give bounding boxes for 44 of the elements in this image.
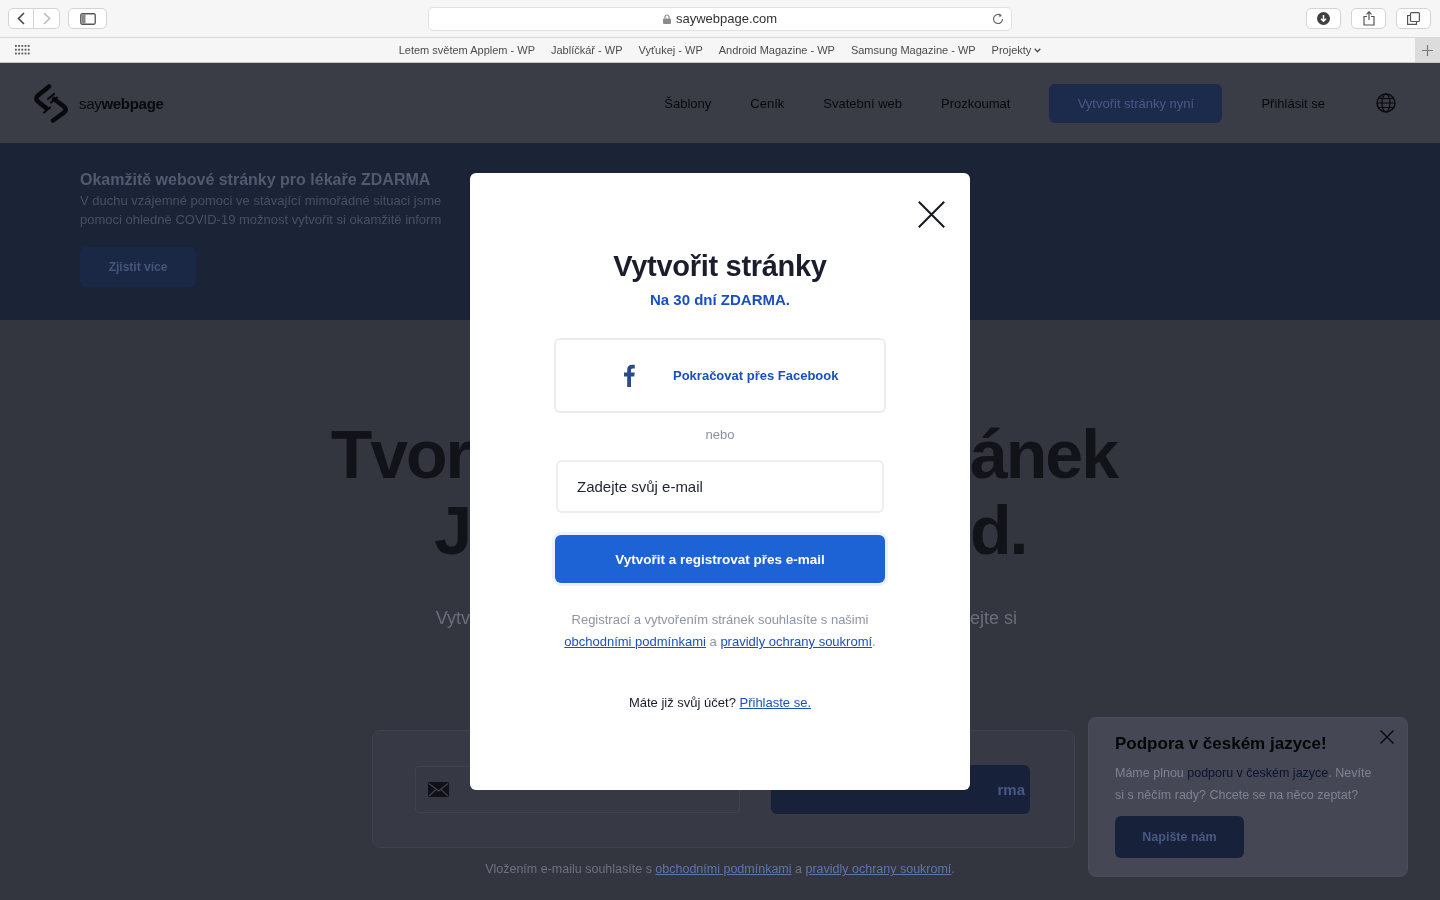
banner-title: Okamžitě webové stránky pro lékaře ZDARMA <box>80 170 431 190</box>
facebook-button[interactable]: Pokračovat přes Facebook <box>554 338 886 413</box>
chevron-down-icon <box>1034 47 1042 53</box>
reload-icon[interactable] <box>992 12 1004 25</box>
bookmark-link[interactable]: Letem světem Applem - WP <box>398 44 535 56</box>
dialog-subtitle: Na 30 dní ZDARMA. <box>650 290 790 310</box>
download-button[interactable] <box>1306 8 1341 29</box>
mail-icon <box>428 781 449 797</box>
facebook-icon <box>623 364 635 387</box>
close-icon[interactable] <box>918 201 945 228</box>
download-icon <box>1317 12 1330 25</box>
consent-text: Vložením e-mailu souhlasíte s obchodními podmínkami a pravidly ochrany soukromí. <box>484 861 956 878</box>
login-link[interactable]: Přihlaste se. <box>739 695 812 710</box>
inline-link[interactable]: obchodními podmínkami <box>564 634 706 649</box>
login-prompt: Máte již svůj účet? Přihlaste se. <box>628 694 812 712</box>
bookmark-link[interactable]: Android Magazine - WP <box>718 44 835 56</box>
share-icon <box>1362 11 1375 26</box>
tabs-button[interactable] <box>1396 8 1431 29</box>
plus-icon <box>1422 44 1433 56</box>
dialog-title: Vytvořit stránky <box>613 249 827 284</box>
sidebar-icon <box>79 12 96 25</box>
bookmark-folder[interactable]: Projekty <box>991 44 1042 56</box>
bookmark-link[interactable]: Jablíčkář - WP <box>550 44 623 56</box>
forward-icon <box>42 12 51 25</box>
inline-link[interactable]: pravidly ochrany soukromí <box>720 634 873 649</box>
subtitle-text: ejte si <box>970 607 1018 630</box>
tabs-icon <box>1407 12 1420 25</box>
back-button[interactable] <box>8 8 34 29</box>
terms-text: Registrací a vytvořením stránek souhlasíte s našimi obchodními podmínkami a pravidly ochrany soukromí. <box>563 611 877 651</box>
subtitle-text: Vytv <box>435 607 470 630</box>
sidebar-button[interactable] <box>68 8 107 29</box>
lock-icon <box>662 13 671 24</box>
back-icon <box>17 12 25 25</box>
chat-message: Máme plnou podporu v českém jazyce. Nevíte si s něčím rady? Chcete se na něco zeptat? <box>1115 765 1373 804</box>
new-tab-button[interactable] <box>1415 38 1440 62</box>
share-button[interactable] <box>1351 8 1386 29</box>
register-button[interactable]: Vytvořit a registrovat přes e-mail <box>555 535 885 583</box>
bookmark-link[interactable]: Samsung Magazine - WP <box>850 44 976 56</box>
apps-grid-icon[interactable] <box>15 45 30 55</box>
chat-title: Podpora v českém jazyce! <box>1115 733 1328 755</box>
bookmark-link[interactable]: Vyťukej - WP <box>638 44 703 56</box>
divider-text: nebo <box>705 426 735 444</box>
address-bar[interactable]: saywebpage.com <box>428 6 1012 31</box>
email-field[interactable]: Zadejte svůj e-mail <box>556 460 884 513</box>
